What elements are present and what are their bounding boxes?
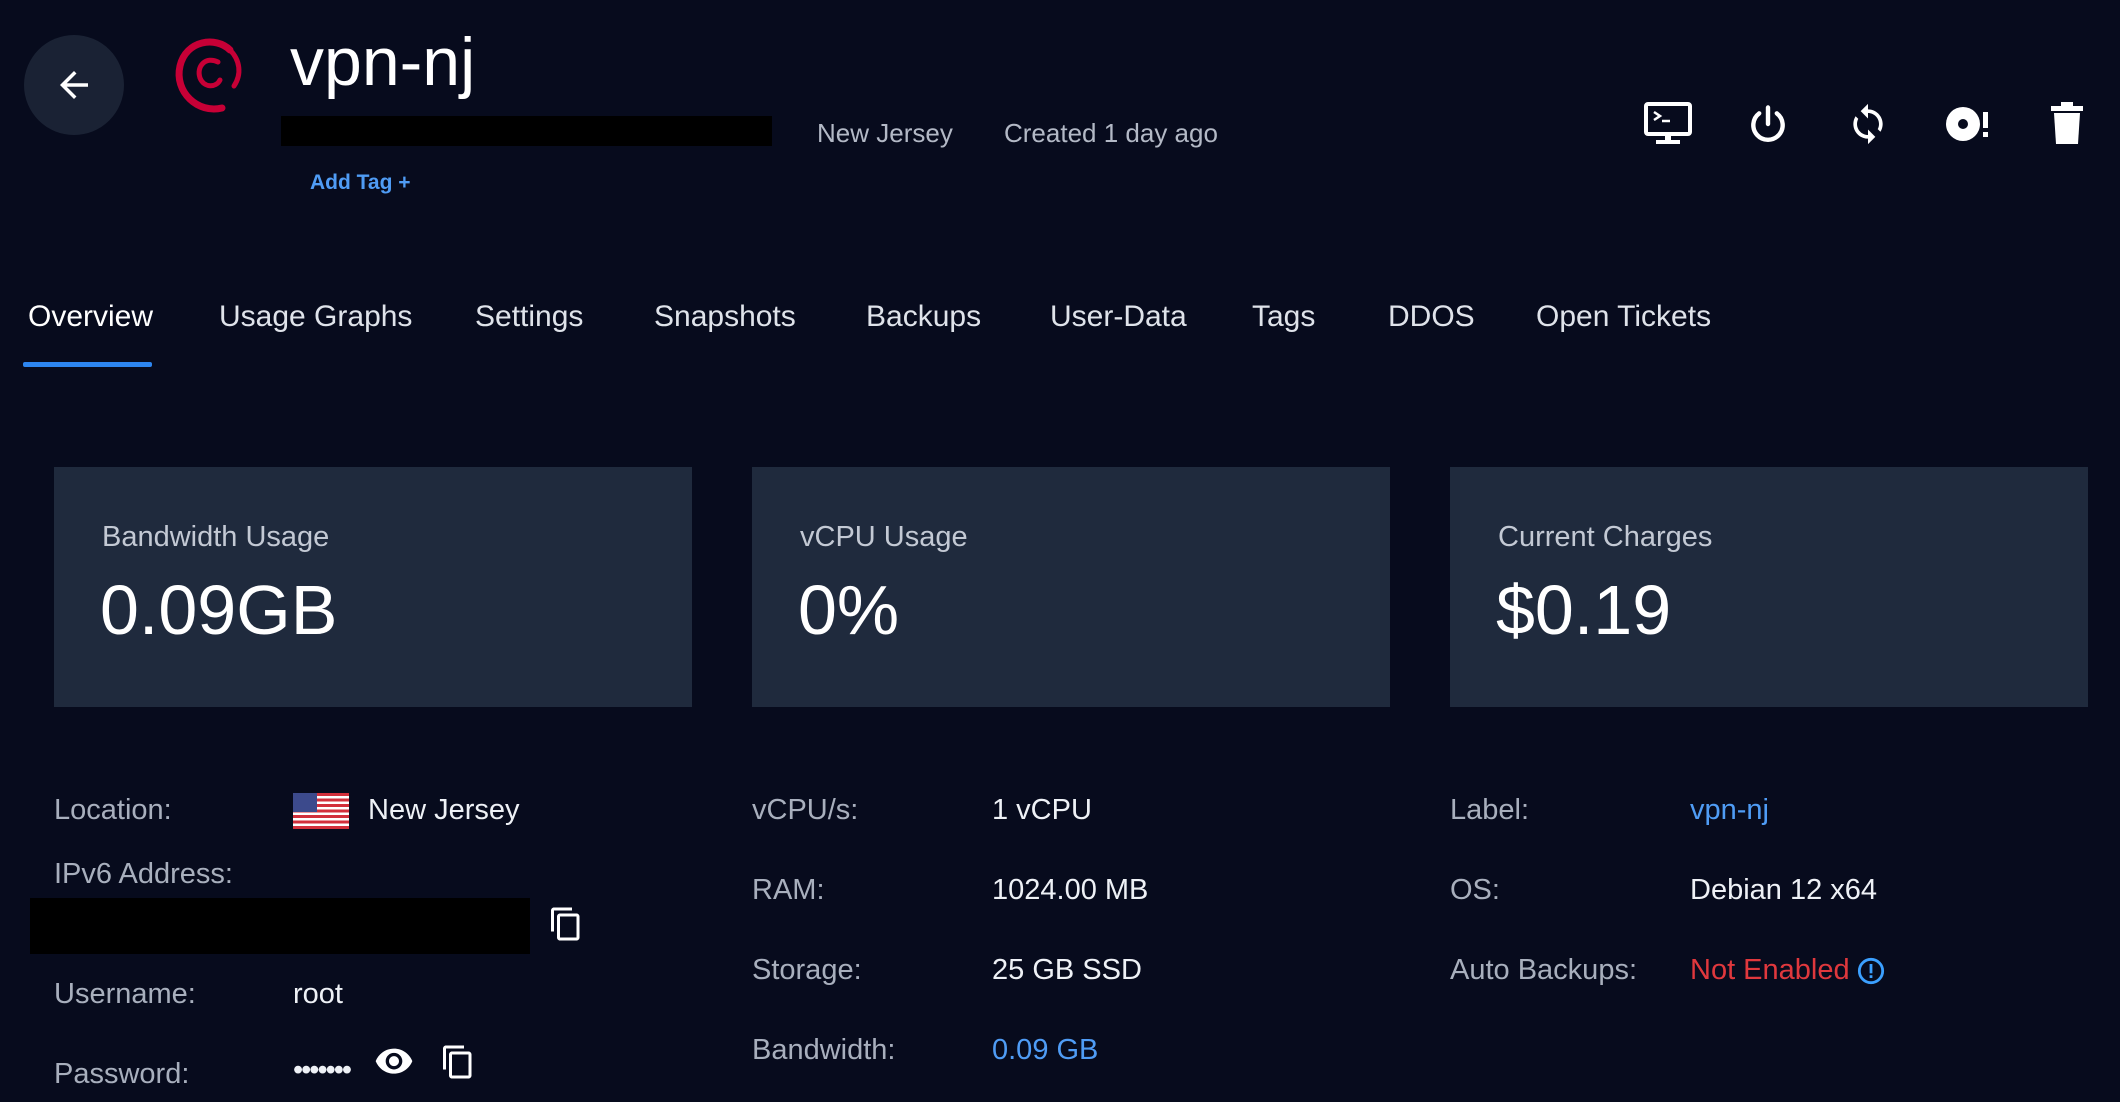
storage-value: 25 GB SSD [992,954,1142,986]
ram-value: 1024.00 MB [992,874,1149,906]
power-icon [1751,105,1785,142]
bandwidth-usage-card: Bandwidth Usage 0.09GB [54,467,692,707]
card-value: $0.19 [1496,571,1672,649]
info-alert-icon [1857,957,1885,985]
redacted-ip-address [281,116,772,146]
auto-backups-info-button[interactable] [1857,957,1885,985]
arrow-left-icon [60,71,88,99]
location-label: Location: [54,794,172,826]
debian-logo-icon [175,38,242,113]
tab-tags[interactable]: Tags [1252,300,1315,334]
username-value: root [293,978,343,1010]
card-value: 0.09GB [100,571,338,649]
tab-overview[interactable]: Overview [28,300,153,334]
redacted-ipv6-address [30,898,530,954]
tab-ddos[interactable]: DDOS [1388,300,1475,334]
page-title: vpn-nj [290,24,476,100]
auto-backups-label: Auto Backups: [1450,954,1637,986]
card-title: Bandwidth Usage [102,521,330,553]
server-label-label: Label: [1450,794,1530,826]
reinstall-icon [1946,107,1988,141]
trash-icon [2051,102,2083,144]
console-button[interactable] [1642,98,1694,150]
server-label-link[interactable]: vpn-nj [1690,794,1769,827]
show-password-button[interactable] [374,1046,414,1078]
card-value: 0% [798,571,900,649]
header-created-time: Created 1 day ago [1004,118,1218,148]
card-title: Current Charges [1498,521,1713,553]
tab-usage-graphs[interactable]: Usage Graphs [219,300,412,334]
copy-password-button[interactable] [440,1042,476,1082]
vcpu-usage-card: vCPU Usage 0% [752,467,1390,707]
ram-label: RAM: [752,874,825,906]
us-flag-icon [293,793,349,829]
active-tab-indicator [23,362,152,367]
storage-label: Storage: [752,954,862,986]
delete-button[interactable] [2041,98,2093,150]
copy-icon [443,1045,472,1079]
copy-ipv6-button[interactable] [548,904,584,944]
ipv6-label: IPv6 Address: [54,858,233,890]
console-icon [1644,102,1692,144]
os-value: Debian 12 x64 [1690,874,1878,906]
power-button[interactable] [1742,98,1794,150]
tab-backups[interactable]: Backups [866,300,981,334]
header-location: New Jersey [817,118,953,148]
restart-button[interactable] [1842,98,1894,150]
vcpu-value: 1 vCPU [992,794,1092,826]
reinstall-button[interactable] [1942,98,1994,150]
current-charges-card: Current Charges $0.19 [1450,467,2088,707]
os-label: OS: [1450,874,1500,906]
tab-open-tickets[interactable]: Open Tickets [1536,300,1711,334]
auto-backups-status: Not Enabled [1690,954,1850,986]
tab-settings[interactable]: Settings [475,300,583,334]
card-title: vCPU Usage [800,521,968,553]
password-label: Password: [54,1058,190,1090]
add-tag-link[interactable]: Add Tag + [310,171,411,195]
location-value: New Jersey [368,794,520,826]
bandwidth-value-link[interactable]: 0.09 GB [992,1034,1098,1067]
bandwidth-label: Bandwidth: [752,1034,896,1066]
copy-icon [551,907,580,941]
password-value: ••••••• [293,1054,352,1086]
eye-icon [375,1048,413,1074]
restart-icon [1853,103,1883,145]
tab-user-data[interactable]: User-Data [1050,300,1187,334]
username-label: Username: [54,978,196,1010]
vcpu-label: vCPU/s: [752,794,859,826]
back-button[interactable] [24,35,124,135]
tab-snapshots[interactable]: Snapshots [654,300,796,334]
